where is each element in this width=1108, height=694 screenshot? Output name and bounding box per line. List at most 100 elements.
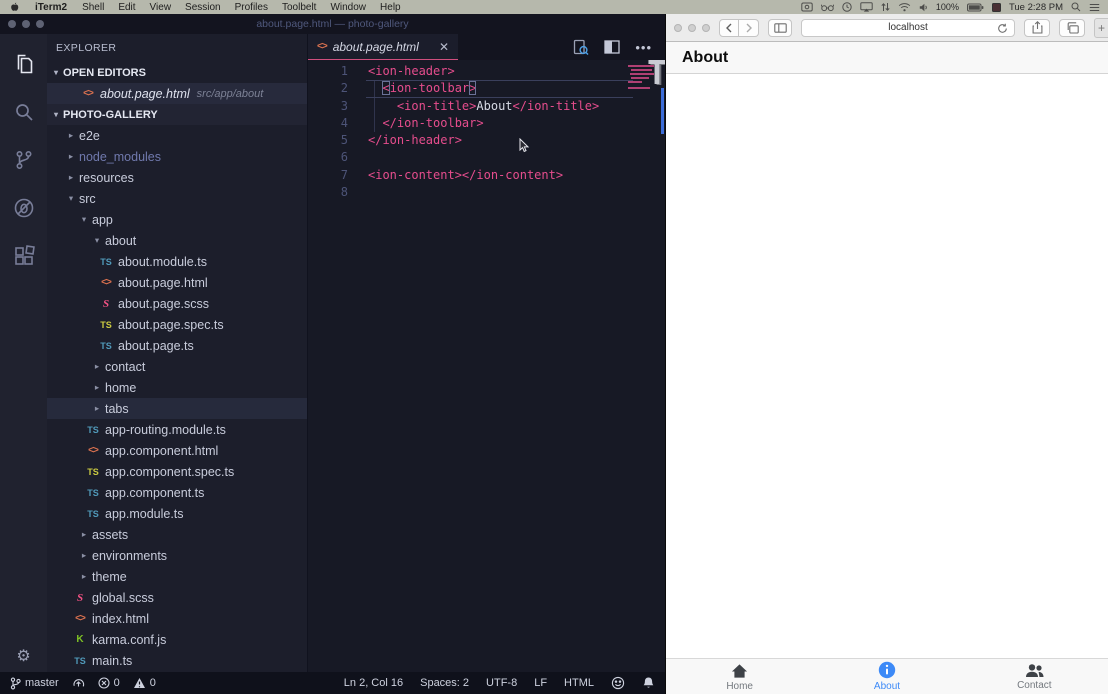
ionic-tab-about[interactable]: About (813, 659, 960, 694)
address-bar[interactable]: localhost (801, 19, 1015, 37)
input-source-icon[interactable] (992, 3, 1001, 12)
tree-file-app.module.ts[interactable]: TSapp.module.ts (47, 503, 307, 524)
ionic-tab-contact[interactable]: Contact (961, 659, 1108, 694)
airplay-icon[interactable] (860, 2, 873, 12)
back-button[interactable] (719, 19, 739, 37)
zoom-window-button[interactable] (36, 20, 44, 28)
encoding-setting[interactable]: UTF-8 (486, 677, 517, 689)
menu-profiles[interactable]: Profiles (228, 2, 275, 13)
show-all-tabs-button[interactable] (1059, 19, 1085, 37)
notification-center-icon[interactable] (1089, 3, 1100, 12)
tree-file-about.page.spec.ts[interactable]: TSabout.page.spec.ts (47, 314, 307, 335)
open-preview-icon[interactable] (572, 39, 589, 56)
spotlight-icon[interactable] (1071, 2, 1081, 12)
more-actions-icon[interactable]: ••• (635, 40, 652, 55)
minimize-window-button[interactable] (688, 24, 696, 32)
git-branch-indicator[interactable]: master (10, 677, 59, 690)
tree-file-app.component.ts[interactable]: TSapp.component.ts (47, 482, 307, 503)
tree-folder-resources[interactable]: ▸resources (47, 167, 307, 188)
close-window-button[interactable] (8, 20, 16, 28)
menu-help[interactable]: Help (373, 2, 408, 13)
split-editor-icon[interactable] (604, 40, 620, 54)
eol-setting[interactable]: LF (534, 677, 547, 689)
wifi-icon[interactable] (898, 2, 911, 12)
tree-folder-home[interactable]: ▸home (47, 377, 307, 398)
notifications-bell-icon[interactable] (642, 676, 655, 690)
explorer-icon[interactable] (0, 40, 47, 88)
tree-folder-contact[interactable]: ▸contact (47, 356, 307, 377)
safari-window: localhost + About HomeAboutContact (665, 14, 1108, 694)
chevron-right-icon: ▸ (66, 172, 76, 183)
tree-folder-assets[interactable]: ▸assets (47, 524, 307, 545)
volume-icon[interactable] (919, 3, 928, 12)
clock-icon[interactable] (842, 2, 852, 12)
tree-file-main.ts[interactable]: TSmain.ts (47, 650, 307, 671)
zoom-window-button[interactable] (702, 24, 710, 32)
tree-item-label: karma.conf.js (92, 633, 166, 647)
errors-indicator[interactable]: 0 (98, 677, 120, 689)
menu-session[interactable]: Session (178, 2, 228, 13)
project-root-header[interactable]: ▾ PHOTO-GALLERY (47, 104, 307, 125)
tree-file-app-routing.module.ts[interactable]: TSapp-routing.module.ts (47, 419, 307, 440)
menu-shell[interactable]: Shell (75, 2, 111, 13)
tree-file-about.page.ts[interactable]: TSabout.page.ts (47, 335, 307, 356)
tree-folder-src[interactable]: ▾src (47, 188, 307, 209)
tree-file-global.scss[interactable]: Sglobal.scss (47, 587, 307, 608)
menu-app-name[interactable]: iTerm2 (27, 2, 75, 13)
tree-file-app.component.spec.ts[interactable]: TSapp.component.spec.ts (47, 461, 307, 482)
tree-file-about.page.html[interactable]: <>about.page.html (47, 272, 307, 293)
settings-gear-icon[interactable]: ⚙ (0, 646, 47, 666)
source-control-icon[interactable] (0, 136, 47, 184)
tree-item-label: global.scss (92, 591, 154, 605)
cursor-position[interactable]: Ln 2, Col 16 (344, 677, 403, 689)
forward-button[interactable] (739, 19, 759, 37)
tree-folder-app[interactable]: ▾app (47, 209, 307, 230)
tree-file-karma.conf.js[interactable]: Kkarma.conf.js (47, 629, 307, 650)
tree-folder-environments[interactable]: ▸environments (47, 545, 307, 566)
tree-file-about.module.ts[interactable]: TSabout.module.ts (47, 251, 307, 272)
tree-folder-node_modules[interactable]: ▸node_modules (47, 146, 307, 167)
indentation-setting[interactable]: Spaces: 2 (420, 677, 469, 689)
search-icon[interactable] (0, 88, 47, 136)
menu-view[interactable]: View (143, 2, 179, 13)
ionic-tab-home[interactable]: Home (666, 659, 813, 694)
language-mode[interactable]: HTML (564, 677, 594, 689)
sidebar-toggle-button[interactable] (768, 19, 792, 37)
open-editors-header[interactable]: ▾ OPEN EDITORS (47, 62, 307, 83)
tab-close-icon[interactable]: ✕ (439, 41, 449, 53)
html-file-icon: <> (317, 41, 327, 52)
apple-logo-icon[interactable] (0, 2, 27, 13)
extensions-icon[interactable] (0, 232, 47, 280)
menu-edit[interactable]: Edit (111, 2, 142, 13)
menu-clock[interactable]: Tue 2:28 PM (1009, 2, 1063, 13)
close-window-button[interactable] (674, 24, 682, 32)
updown-arrows-icon[interactable] (881, 2, 890, 12)
tree-folder-theme[interactable]: ▸theme (47, 566, 307, 587)
open-editor-item[interactable]: <> about.page.html src/app/about (47, 83, 307, 104)
vscode-title-bar[interactable]: about.page.html — photo-gallery (0, 14, 665, 34)
tree-file-app.component.html[interactable]: <>app.component.html (47, 440, 307, 461)
share-button[interactable] (1024, 19, 1050, 37)
chevron-down-icon: ▾ (79, 214, 89, 225)
open-editor-path: src/app/about (197, 88, 264, 100)
tree-folder-about[interactable]: ▾about (47, 230, 307, 251)
sync-changes-button[interactable] (72, 677, 85, 690)
tree-folder-tabs[interactable]: ▸tabs (47, 398, 307, 419)
new-tab-button[interactable]: + (1094, 18, 1108, 38)
tree-file-about.page.scss[interactable]: Sabout.page.scss (47, 293, 307, 314)
menu-window[interactable]: Window (323, 2, 373, 13)
code-line-1: 1<ion-header> (308, 63, 665, 80)
menu-toolbelt[interactable]: Toolbelt (275, 2, 323, 13)
battery-icon[interactable] (967, 3, 984, 12)
code-editor[interactable]: T 1<ion-header>2 <ion-toolbar>3 <ion-tit… (308, 60, 665, 672)
debug-disabled-icon[interactable] (0, 184, 47, 232)
tab-about-page-html[interactable]: <> about.page.html ✕ (308, 34, 458, 60)
warnings-indicator[interactable]: 0 (133, 677, 156, 689)
glasses-icon[interactable] (821, 3, 834, 12)
feedback-smiley-icon[interactable] (611, 676, 625, 690)
minimize-window-button[interactable] (22, 20, 30, 28)
screen-record-icon[interactable] (801, 2, 813, 12)
reload-icon[interactable] (997, 23, 1008, 34)
tree-folder-e2e[interactable]: ▸e2e (47, 125, 307, 146)
tree-file-index.html[interactable]: <>index.html (47, 608, 307, 629)
